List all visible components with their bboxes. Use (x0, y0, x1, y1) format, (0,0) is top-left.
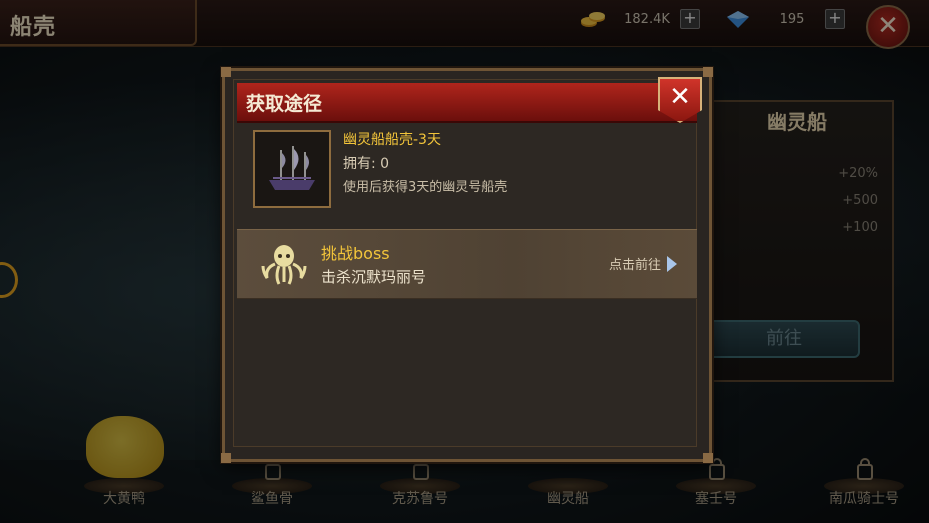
arrow-right-icon (667, 255, 678, 272)
dialog-header: 获取途径 ✕ (237, 77, 702, 123)
route-goto-button[interactable]: 点击前往 (609, 254, 678, 273)
item-description: 使用后获得3天的幽灵号船壳 (343, 180, 508, 195)
acquire-dialog: 获取途径 ✕ 幽灵船船壳-3天 拥有: 0 使用后获得3天的幽灵号船壳 挑战bo (221, 67, 713, 463)
acquire-route-row[interactable]: 挑战boss 击杀沉默玛丽号 点击前往 (237, 229, 697, 299)
dialog-title: 获取途径 (246, 93, 323, 115)
ghost-ship-icon (269, 146, 315, 190)
route-description: 击杀沉默玛丽号 (321, 268, 427, 286)
route-title: 挑战boss (321, 244, 390, 263)
close-dialog-button[interactable]: ✕ (658, 77, 702, 123)
item-owned-count: 拥有: 0 (343, 156, 390, 172)
item-name: 幽灵船船壳-3天 (343, 132, 441, 148)
kraken-boss-icon (261, 245, 307, 285)
route-goto-label: 点击前往 (609, 258, 662, 273)
item-icon-frame (253, 130, 331, 208)
